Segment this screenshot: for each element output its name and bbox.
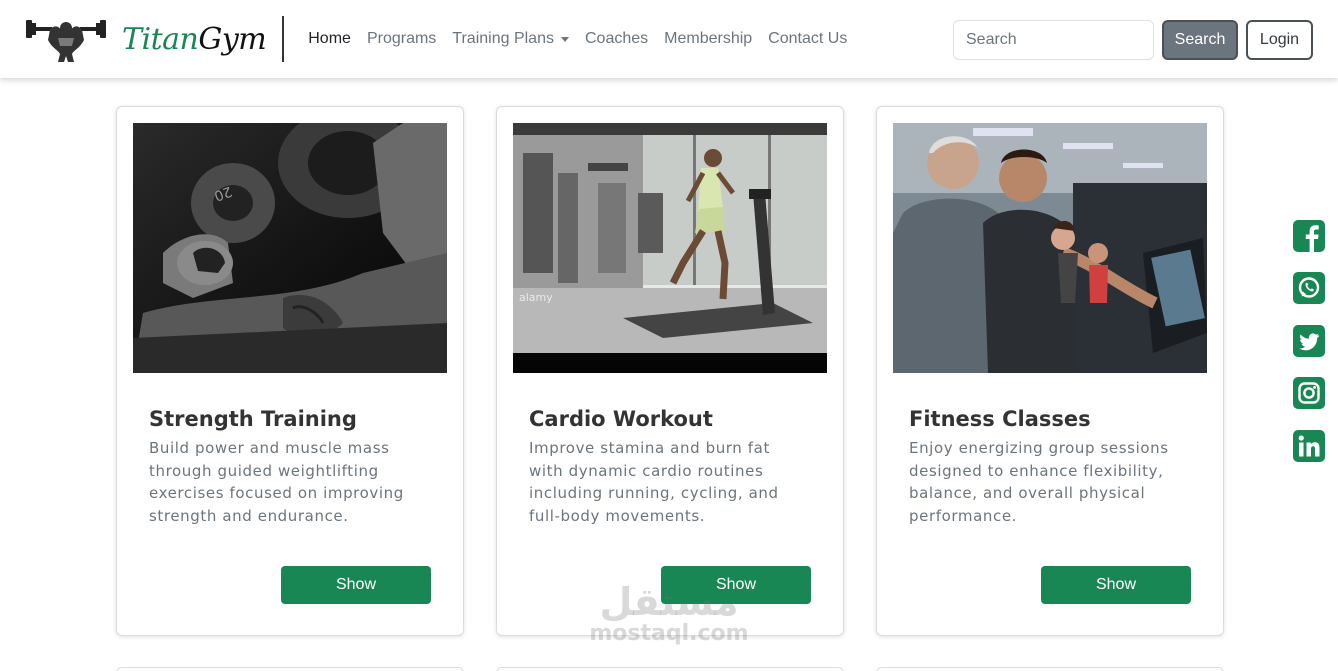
program-card-cardio: alamy Cardio Workout Improve stamina and…: [496, 106, 844, 636]
image-watermark-text: alamy: [519, 291, 553, 304]
brand-name: TitanGym: [122, 21, 267, 57]
nav-training-plans-label: Training Plans: [452, 30, 554, 47]
nav-training-plans-dropdown[interactable]: Training Plans: [452, 30, 569, 48]
card-description: Enjoy energizing group sessions designed…: [909, 439, 1169, 525]
program-card-stub: [876, 667, 1224, 671]
show-button-strength[interactable]: Show: [281, 566, 431, 604]
program-card-stub: [116, 667, 464, 671]
linkedin-icon[interactable]: [1293, 430, 1325, 462]
program-card-classes: Fitness Classes Enjoy energizing group s…: [876, 106, 1224, 636]
nav-programs[interactable]: Programs: [367, 30, 436, 48]
brand-name-part1: Titan: [122, 21, 199, 57]
card-title: Fitness Classes: [909, 407, 1091, 431]
navbar: TitanGym Home Programs Training Plans Co…: [0, 0, 1338, 78]
nav-links: Home Programs Training Plans Coaches Mem…: [308, 30, 863, 48]
card-image-cardio: alamy: [513, 123, 827, 373]
card-description: Improve stamina and burn fat with dynami…: [529, 439, 779, 525]
nav-membership[interactable]: Membership: [664, 30, 752, 48]
login-button[interactable]: Login: [1246, 20, 1313, 60]
caret-down-icon: [560, 36, 569, 42]
twitter-icon[interactable]: [1293, 325, 1325, 357]
search-input[interactable]: [953, 20, 1154, 60]
card-image-classes: [893, 123, 1207, 373]
search-button[interactable]: Search: [1162, 20, 1238, 60]
program-card-strength: 20 Strength Training Build power and mus…: [116, 106, 464, 636]
instagram-icon[interactable]: [1293, 377, 1325, 409]
brand-name-part2: Gym: [198, 21, 267, 57]
nav-coaches[interactable]: Coaches: [585, 30, 648, 48]
brand-divider: [282, 16, 285, 62]
card-description: Build power and muscle mass through guid…: [149, 439, 404, 525]
show-button-classes[interactable]: Show: [1041, 566, 1191, 604]
card-image-strength: 20: [133, 123, 447, 373]
bodybuilder-logo-icon: [26, 20, 106, 62]
program-card-stub: [496, 667, 844, 671]
nav-home[interactable]: Home: [308, 30, 351, 48]
show-button-cardio[interactable]: Show: [661, 566, 811, 604]
nav-contact-us[interactable]: Contact Us: [768, 30, 847, 48]
whatsapp-icon[interactable]: [1293, 272, 1325, 304]
card-title: Cardio Workout: [529, 407, 713, 431]
brand[interactable]: TitanGym: [24, 9, 267, 69]
facebook-icon[interactable]: [1293, 220, 1325, 252]
card-title: Strength Training: [149, 407, 357, 431]
